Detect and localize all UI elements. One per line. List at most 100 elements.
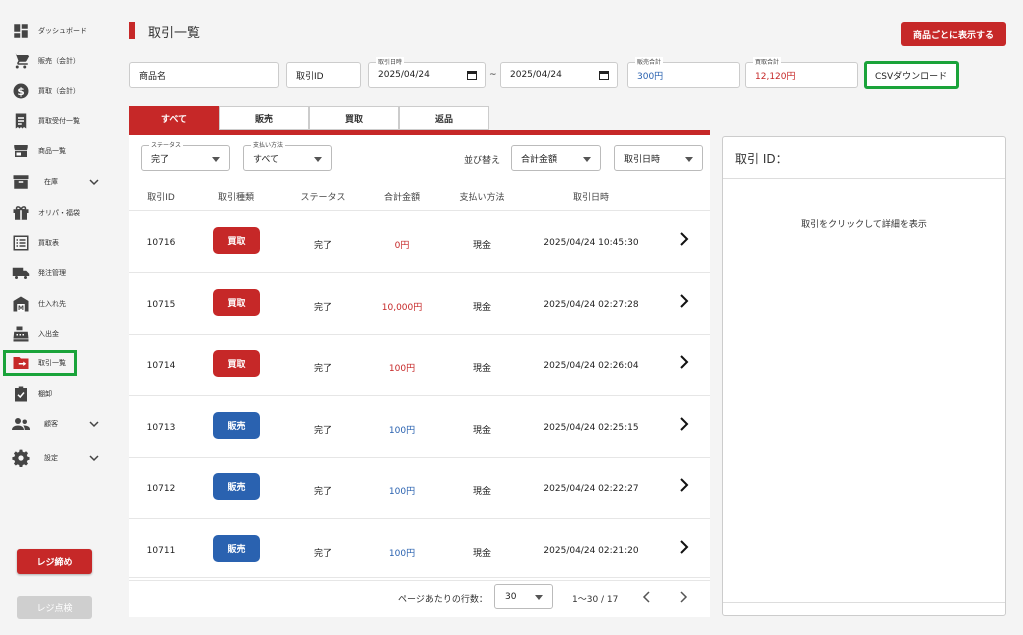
sales-total-value: 300円 [637,71,664,82]
close-register-button[interactable]: レジ締め [17,549,92,574]
sidebar-item-label: オリパ・福袋 [38,209,80,217]
sidebar-item-suppliers[interactable]: M 仕入れ先 [12,292,66,316]
chevron-right-icon[interactable] [678,539,690,555]
clipboard-check-icon [12,385,30,403]
next-page-icon[interactable] [678,591,688,603]
sidebar-item-purchase[interactable]: $ 買取（会計） [12,79,80,103]
sort-order-value: 取引日時 [624,154,661,165]
sort-order-select[interactable]: 取引日時 [614,145,703,171]
table-row[interactable]: 10711 完了 100円 現金 2025/04/24 02:21:20 販売 [129,519,710,581]
gift-icon [12,204,30,222]
truck-icon [12,264,30,282]
column-header-payment[interactable]: 支払い方法 [459,190,504,203]
page-title: 取引一覧 [148,26,201,41]
transaction-id-input[interactable]: 取引ID [286,62,361,88]
sidebar-item-purchase-table[interactable]: 買取表 [12,231,59,255]
rows-per-page-select[interactable]: 30 [494,584,553,609]
sidebar-item-dashboard[interactable]: ダッシュボード [12,19,87,43]
cell-transaction-id: 10712 [146,484,176,495]
table-row[interactable]: 10716 完了 0円 現金 2025/04/24 10:45:30 買取 [129,211,710,273]
tab-sales[interactable]: 販売 [219,106,309,130]
tab-returns[interactable]: 返品 [399,106,489,130]
payment-select[interactable]: 支払い方法 すべて [243,140,332,171]
cell-amount: 100円 [388,549,416,559]
sidebar-item-settings[interactable]: 設定 [12,446,99,470]
chevron-right-icon[interactable] [678,231,690,247]
cell-amount: 100円 [388,487,416,498]
sidebar-item-label: 商品一覧 [38,147,66,155]
sidebar-item-transactions[interactable]: 取引一覧 [3,350,77,376]
chevron-right-icon[interactable] [678,293,690,309]
sidebar-item-purchase-reception[interactable]: 買取受付一覧 [12,109,80,133]
cell-amount: 100円 [388,425,416,436]
table-row[interactable]: 10713 完了 100円 現金 2025/04/24 02:25:15 販売 [129,396,710,458]
sidebar-item-products[interactable]: 商品一覧 [12,139,66,163]
sort-field-select[interactable]: 合計金額 [511,145,601,171]
chevron-down-icon[interactable] [88,452,100,464]
status-select[interactable]: ステータス 完了 [141,140,230,171]
table-row[interactable]: 10714 完了 100円 現金 2025/04/24 02:26:04 買取 [129,334,710,397]
sidebar-item-stocktaking[interactable]: 棚卸 [12,382,52,406]
show-by-product-button[interactable]: 商品ごとに表示する [901,22,1006,46]
cell-datetime: 2025/04/24 02:22:27 [543,484,639,495]
warehouse-icon: M [12,295,30,313]
table-row[interactable]: 10712 完了 100円 現金 2025/04/24 02:22:27 販売 [129,457,710,520]
sidebar-item-sales[interactable]: 販売（会計） [12,49,80,73]
chevron-right-icon[interactable] [678,477,690,493]
gear-icon [12,449,30,467]
sidebar-item-cash[interactable]: 入出金 [12,322,59,346]
tab-all[interactable]: すべて [129,106,219,130]
type-badge: 販売 [213,535,260,562]
sidebar-item-label: 顧客 [44,420,58,428]
chevron-right-icon[interactable] [678,354,690,370]
cell-status: 完了 [313,241,333,251]
column-header-datetime[interactable]: 取引日時 [573,190,609,203]
date-from-input[interactable]: 取引日時 2025/04/24 [368,57,486,88]
check-register-button[interactable]: レジ点検 [17,596,92,619]
transaction-detail-panel: 取引 ID： 取引をクリックして詳細を表示 [722,136,1006,616]
purchase-total-label: 買取合計 [753,57,782,66]
column-header-type[interactable]: 取引種類 [218,190,254,203]
chevron-right-icon[interactable] [678,416,690,432]
cell-payment: 現金 [472,364,492,375]
date-to-input[interactable]: 2025/04/24 [500,62,618,88]
status-select-value: 完了 [151,154,170,165]
date-label: 取引日時 [376,57,405,66]
rows-per-page-value: 30 [505,591,517,602]
product-name-input[interactable]: 商品名 [129,62,279,88]
calendar-icon[interactable] [599,70,609,80]
pagination-range: 1〜30 / 17 [572,595,619,605]
sidebar-item-customers[interactable]: 顧客 [12,412,99,436]
tab-purchase[interactable]: 買取 [309,106,399,130]
cell-status: 完了 [313,302,333,313]
column-header-id[interactable]: 取引ID [147,190,175,203]
detail-divider [723,178,1005,179]
cell-transaction-id: 10711 [146,546,176,556]
sidebar-item-orders[interactable]: 発注管理 [12,261,66,285]
cell-payment: 現金 [472,425,492,436]
sidebar-item-oripa[interactable]: オリパ・福袋 [12,201,80,225]
chevron-down-icon[interactable] [88,176,100,188]
type-badge: 販売 [213,473,260,501]
previous-page-icon[interactable] [642,591,652,603]
cell-transaction-id: 10713 [146,422,176,433]
column-header-amount[interactable]: 合計金額 [384,190,420,203]
cell-datetime: 2025/04/24 02:21:20 [543,546,639,556]
chevron-down-icon[interactable] [88,418,100,430]
people-icon [12,415,30,433]
calendar-icon[interactable] [467,70,477,80]
cart-icon [12,52,30,70]
receipt-icon [12,112,30,130]
table-row[interactable]: 10715 完了 10,000円 現金 2025/04/24 02:27:28 買取 [129,273,710,335]
caret-down-icon [212,157,220,162]
payment-select-value: すべて [253,154,280,165]
sidebar-item-inventory[interactable]: 在庫 [12,170,99,194]
csv-download-button[interactable]: CSVダウンロード [864,61,959,89]
list-icon [12,234,30,252]
store-icon [12,142,30,160]
cell-payment: 現金 [472,487,492,498]
table-footer-divider [129,577,710,578]
product-name-placeholder: 商品名 [139,71,167,82]
sidebar-item-label: 棚卸 [38,390,52,398]
column-header-status[interactable]: ステータス [300,190,345,203]
